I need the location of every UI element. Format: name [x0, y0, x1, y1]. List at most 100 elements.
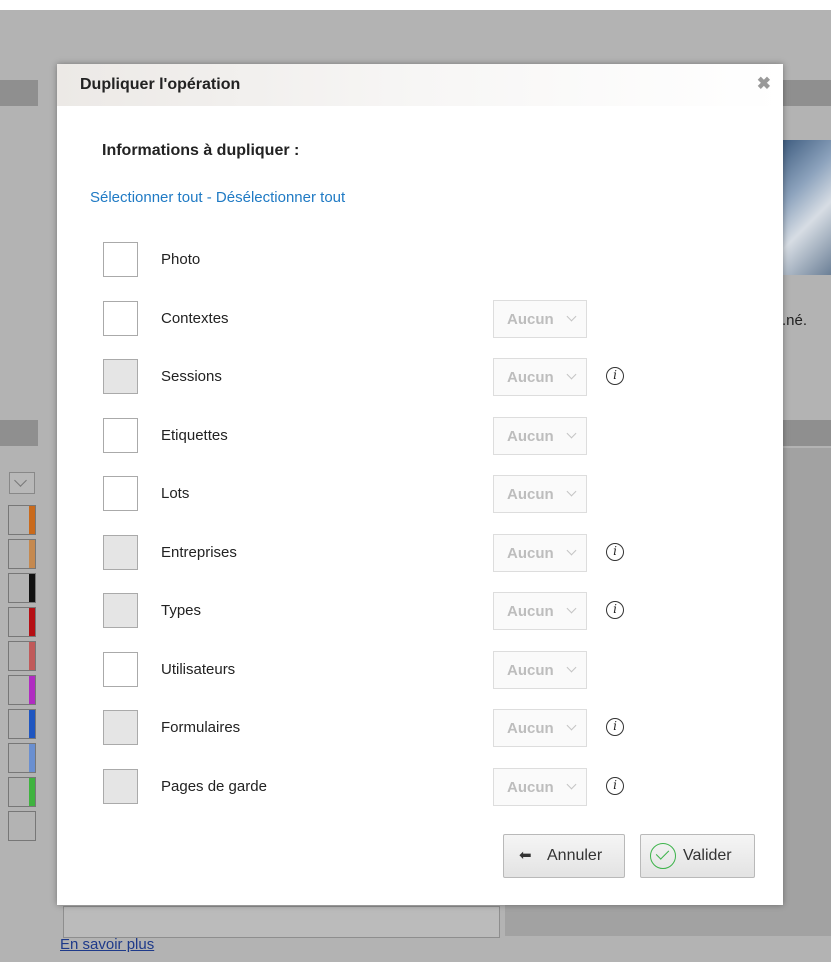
option-checkbox[interactable] — [103, 476, 138, 511]
cancel-button-label: Annuler — [547, 847, 603, 864]
option-row: Etiquettes Aucun — [103, 416, 743, 456]
option-checkbox[interactable] — [103, 417, 138, 453]
chevron-down-icon — [566, 545, 577, 555]
swatch-color-bar — [29, 608, 35, 636]
option-label: Utilisateurs — [161, 660, 236, 678]
option-label: Entreprises — [161, 543, 237, 561]
option-dropdown[interactable]: Aucun — [493, 709, 587, 747]
swatch-color-bar — [29, 778, 35, 806]
option-row: Contextes Aucun — [103, 299, 743, 339]
dialog-title: Dupliquer l'opération — [80, 76, 241, 93]
swatch-color-bar — [29, 506, 35, 534]
back-arrow-icon: ⬅ — [519, 847, 532, 864]
swatch-color-bar — [29, 744, 35, 772]
option-label: Lots — [161, 485, 190, 502]
validate-button[interactable]: Valider — [640, 834, 755, 878]
duplicate-operation-dialog: Dupliquer l'opération ✖ Informations à d… — [57, 64, 783, 905]
swatch-color-bar — [29, 574, 35, 602]
swatch-color-bar — [29, 676, 35, 704]
dialog-header: Dupliquer l'opération ✖ — [57, 64, 783, 106]
deselect-all-link[interactable]: Désélectionner tout — [216, 189, 345, 206]
color-swatch[interactable] — [8, 743, 36, 773]
option-label: Pages de garde — [161, 777, 267, 795]
color-swatch[interactable] — [8, 539, 36, 569]
color-swatch[interactable] — [8, 607, 36, 637]
option-dropdown[interactable]: Aucun — [493, 475, 587, 513]
option-row: Pages de garde Aucun i — [103, 767, 743, 807]
option-dropdown[interactable]: Aucun — [493, 299, 587, 338]
color-swatch[interactable] — [8, 675, 36, 705]
option-checkbox — [103, 534, 138, 570]
dropdown-value: Aucun — [507, 427, 554, 445]
color-swatch[interactable] — [8, 811, 36, 841]
option-label: Types — [161, 602, 202, 619]
page-text-input[interactable] — [63, 906, 500, 938]
chevron-down-icon — [566, 662, 577, 672]
option-row: Formulaires Aucun i — [103, 709, 743, 748]
swatch-color-bar — [29, 710, 35, 738]
option-row: Types Aucun i — [103, 592, 743, 631]
close-icon[interactable]: ✖ — [757, 74, 771, 94]
dropdown-value: Aucun — [507, 720, 554, 737]
page-side-text: .né. — [782, 312, 808, 329]
chevron-down-icon — [566, 311, 577, 321]
option-label: Contextes — [161, 309, 229, 327]
option-row: Utilisateurs Aucun — [103, 650, 743, 690]
chevron-down-icon[interactable] — [9, 472, 35, 494]
color-swatch[interactable] — [8, 777, 36, 807]
option-dropdown[interactable]: Aucun — [493, 358, 587, 396]
option-dropdown[interactable]: Aucun — [493, 767, 587, 806]
color-swatch[interactable] — [8, 641, 36, 671]
option-checkbox — [103, 710, 138, 745]
option-label: Etiquettes — [161, 426, 228, 444]
option-checkbox — [103, 359, 138, 394]
option-checkbox[interactable] — [103, 651, 138, 687]
section-title: Informations à dupliquer : — [102, 142, 300, 159]
info-icon[interactable]: i — [606, 776, 624, 795]
operation-photo — [782, 140, 831, 275]
option-row: Photo — [103, 242, 743, 280]
dropdown-value: Aucun — [507, 603, 554, 620]
option-checkbox[interactable] — [103, 300, 138, 336]
swatch-color-bar — [29, 540, 35, 568]
chevron-down-icon — [566, 369, 577, 380]
select-all-link[interactable]: Sélectionner tout — [90, 189, 203, 206]
dropdown-value: Aucun — [507, 778, 554, 796]
chevron-down-icon — [566, 428, 577, 438]
option-row: Entreprises Aucun i — [103, 533, 743, 573]
option-dropdown[interactable]: Aucun — [493, 650, 587, 689]
page-section-bar-right — [782, 420, 831, 446]
validate-button-label: Valider — [683, 847, 732, 864]
info-icon[interactable]: i — [606, 542, 624, 561]
dropdown-value: Aucun — [507, 310, 554, 328]
dropdown-value: Aucun — [507, 486, 554, 503]
option-dropdown[interactable]: Aucun — [493, 533, 587, 572]
info-icon[interactable]: i — [606, 718, 624, 736]
option-label: Photo — [161, 251, 201, 268]
chevron-down-icon — [566, 486, 577, 497]
color-swatch[interactable] — [8, 709, 36, 739]
option-label: Sessions — [161, 368, 222, 385]
cancel-button[interactable]: ⬅ Annuler — [503, 834, 625, 878]
color-swatch[interactable] — [8, 573, 36, 603]
chevron-down-icon — [566, 720, 577, 731]
option-row: Lots Aucun — [103, 475, 743, 514]
selection-links: Sélectionner tout - Désélectionner tout — [90, 189, 345, 206]
option-dropdown[interactable]: Aucun — [493, 416, 587, 455]
dropdown-value: Aucun — [507, 544, 554, 562]
option-checkbox — [103, 593, 138, 628]
option-row: Sessions Aucun i — [103, 358, 743, 397]
learn-more-link[interactable]: En savoir plus — [60, 936, 154, 953]
option-checkbox[interactable] — [103, 242, 138, 277]
option-dropdown[interactable]: Aucun — [493, 592, 587, 630]
swatch-color-bar — [29, 642, 35, 670]
link-separator: - — [202, 189, 216, 206]
page-header-bar-right — [782, 80, 831, 106]
chevron-down-icon — [566, 779, 577, 789]
info-icon[interactable]: i — [606, 601, 624, 619]
chevron-down-icon — [566, 603, 577, 614]
page-header-bar-left — [0, 80, 38, 106]
color-swatch[interactable] — [8, 505, 36, 535]
dropdown-value: Aucun — [507, 661, 554, 679]
info-icon[interactable]: i — [606, 367, 624, 385]
